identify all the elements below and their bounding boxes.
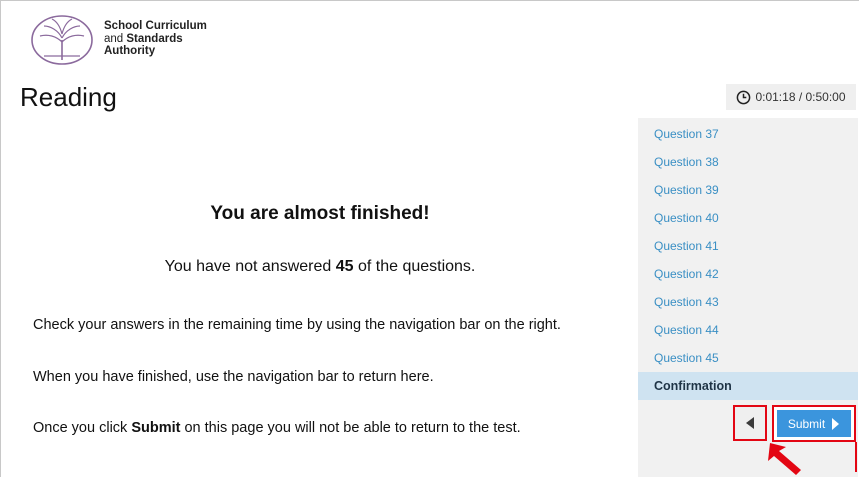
submit-button[interactable]: Submit [777, 410, 851, 437]
return-here-text: When you have finished, use the navigati… [33, 369, 434, 385]
brand-line-2: and Standards [104, 33, 207, 46]
triangle-right-icon [832, 417, 840, 430]
nav-item-question-37[interactable]: Question 37 [638, 120, 858, 148]
timer-display: 0:01:18 / 0:50:00 [726, 84, 856, 110]
nav-item-question-43[interactable]: Question 43 [638, 288, 858, 316]
brand-line-3: Authority [104, 45, 156, 57]
nav-item-question-39[interactable]: Question 39 [638, 176, 858, 204]
submit-warning-suffix: on this page you will not be able to ret… [180, 420, 521, 436]
submit-button-highlight: Submit [772, 405, 856, 442]
triangle-left-icon [746, 417, 754, 429]
submit-warning-text: Once you click Submit on this page you w… [33, 420, 521, 436]
nav-item-question-44[interactable]: Question 44 [638, 316, 858, 344]
nav-item-question-45[interactable]: Question 45 [638, 344, 858, 372]
unanswered-prefix: You have not answered [164, 258, 336, 275]
submit-warning-prefix: Once you click [33, 420, 132, 436]
submit-warning-bold: Submit [131, 420, 181, 436]
scsa-logo-icon [31, 15, 93, 65]
nav-item-confirmation[interactable]: Confirmation [638, 372, 858, 400]
nav-item-question-41[interactable]: Question 41 [638, 232, 858, 260]
unanswered-count: 45 [335, 258, 354, 275]
brand-line-2-prefix: and [104, 32, 127, 45]
timer-text: 0:01:18 / 0:50:00 [755, 90, 846, 104]
brand-line-2-bold: Standards [126, 32, 183, 45]
frame-left-border [0, 0, 1, 477]
nav-item-question-40[interactable]: Question 40 [638, 204, 858, 232]
unanswered-suffix: of the questions. [353, 258, 476, 275]
submit-label: Submit [787, 416, 826, 431]
nav-item-question-42[interactable]: Question 42 [638, 260, 858, 288]
highlight-marker-line [855, 442, 857, 472]
brand-line-1: School Curriculum [104, 20, 207, 32]
clock-icon [737, 90, 751, 104]
back-button[interactable] [733, 405, 767, 441]
unanswered-message: You have not answered 45 of the question… [20, 258, 620, 276]
check-answers-text: Check your answers in the remaining time… [33, 317, 561, 333]
brand-name: School Curriculum and Standards Authorit… [104, 20, 207, 58]
page-title: Reading [20, 82, 117, 112]
frame-top-border [0, 0, 859, 1]
nav-item-question-38[interactable]: Question 38 [638, 148, 858, 176]
confirmation-heading: You are almost finished! [210, 203, 430, 224]
pointer-arrow-icon [768, 443, 801, 475]
